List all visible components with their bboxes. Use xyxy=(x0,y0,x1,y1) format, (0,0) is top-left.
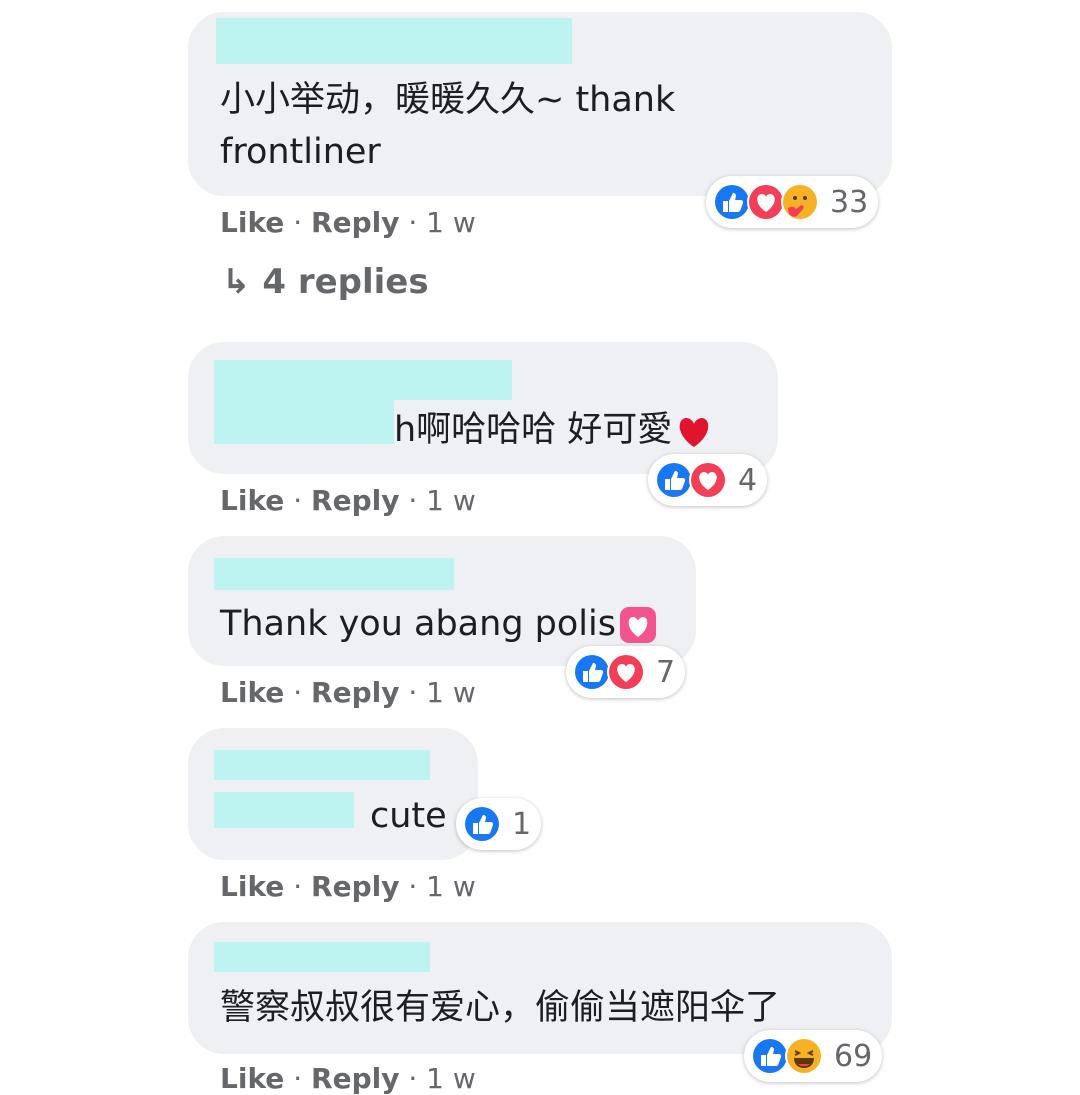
redacted-author-name xyxy=(214,942,430,972)
comment-text-content: h啊哈哈哈 好可愛 xyxy=(394,410,673,450)
red-heart-emoji xyxy=(674,411,714,451)
comment-text-content: Thank you abang polis xyxy=(220,604,616,644)
like-link[interactable]: Like xyxy=(220,206,284,239)
comment-bubble: 小小举动，暖暖久久~ thank frontliner xyxy=(188,12,892,196)
like-link[interactable]: Like xyxy=(220,870,284,903)
heart-box-emoji xyxy=(618,605,658,645)
redacted-author-name xyxy=(216,18,572,64)
reaction-count: 33 xyxy=(830,184,869,220)
reaction-count: 4 xyxy=(738,462,758,498)
haha-icon xyxy=(784,1036,824,1076)
timestamp[interactable]: 1 w xyxy=(426,1062,476,1095)
reaction-summary[interactable]: 1 xyxy=(456,798,542,850)
timestamp[interactable]: 1 w xyxy=(426,870,476,903)
comment-text: 小小举动，暖暖久久~ thank xyxy=(220,80,676,120)
reply-link[interactable]: Reply xyxy=(311,206,399,239)
comment-actions: Like · Reply · 1 w xyxy=(220,484,476,517)
like-link[interactable]: Like xyxy=(220,676,284,709)
love-icon xyxy=(688,460,728,500)
redacted-author-name xyxy=(214,360,512,400)
comment-text: h啊哈哈哈 好可愛 xyxy=(394,404,714,456)
love-icon xyxy=(606,652,646,692)
comment-actions: Like · Reply · 1 w xyxy=(220,870,476,903)
reply-link[interactable]: Reply xyxy=(311,484,399,517)
comment-text: frontliner xyxy=(220,132,381,172)
redacted-author-name xyxy=(214,750,430,780)
reaction-summary[interactable]: 33 xyxy=(706,176,879,228)
reaction-count: 1 xyxy=(512,806,532,842)
redacted-author-name xyxy=(214,558,454,590)
timestamp[interactable]: 1 w xyxy=(426,676,476,709)
comment-bubble: cute xyxy=(188,728,478,860)
reaction-count: 69 xyxy=(834,1038,873,1074)
replies-count-label: 4 replies xyxy=(262,262,429,302)
reaction-summary[interactable]: 69 xyxy=(744,1030,883,1082)
reaction-summary[interactable]: 7 xyxy=(566,646,686,698)
redacted-comment-text xyxy=(214,400,394,444)
like-link[interactable]: Like xyxy=(220,484,284,517)
reply-arrow-icon: ↳ xyxy=(222,262,251,302)
comment-text: 警察叔叔很有爱心，偷偷当遮阳伞了 xyxy=(220,988,781,1028)
reply-link[interactable]: Reply xyxy=(311,870,399,903)
timestamp[interactable]: 1 w xyxy=(426,206,476,239)
comment-text: cute xyxy=(370,796,447,836)
reaction-count: 7 xyxy=(656,654,676,690)
care-icon xyxy=(780,182,820,222)
comment-actions: Like · Reply · 1 w xyxy=(220,676,476,709)
reply-link[interactable]: Reply xyxy=(311,676,399,709)
comment-actions: Like · Reply · 1 w xyxy=(220,1062,476,1095)
comment-text: Thank you abang polis xyxy=(220,598,658,650)
comment-actions: Like · Reply · 1 w xyxy=(220,206,476,239)
view-replies-link[interactable]: ↳ 4 replies xyxy=(222,262,429,302)
like-icon xyxy=(462,804,502,844)
reaction-summary[interactable]: 4 xyxy=(648,454,768,506)
timestamp[interactable]: 1 w xyxy=(426,484,476,517)
like-link[interactable]: Like xyxy=(220,1062,284,1095)
reply-link[interactable]: Reply xyxy=(311,1062,399,1095)
redacted-comment-text xyxy=(214,792,354,828)
